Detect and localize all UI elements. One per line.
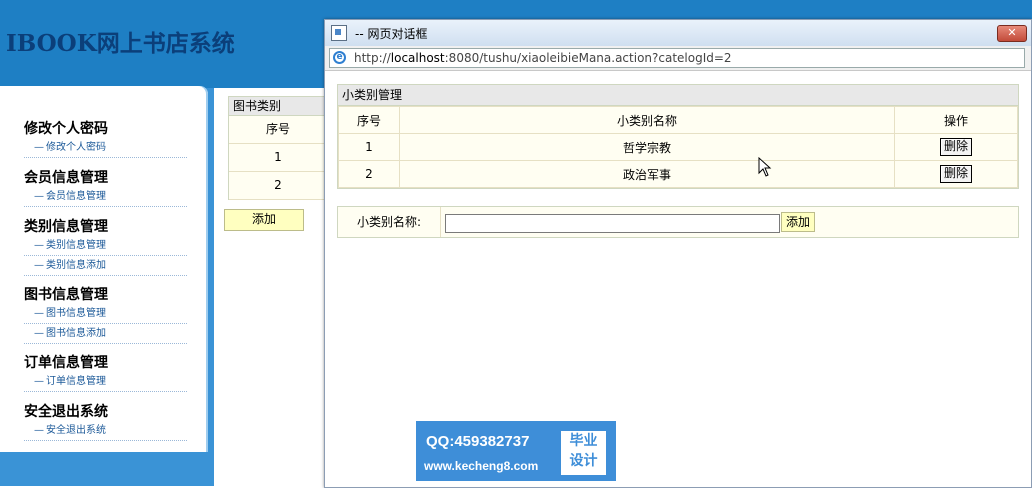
column-header: 操作	[894, 106, 1018, 134]
ie-icon: e	[333, 51, 346, 64]
logo-prefix: IBOOK	[6, 30, 97, 57]
add-subcategory-button[interactable]: 添加	[781, 212, 815, 232]
row-no: 2	[338, 160, 400, 188]
table-row: 2	[229, 172, 327, 200]
subcategory-table: 序号 小类别名称 操作 1 哲学宗教 删除 2 政治军事 删除	[338, 106, 1018, 188]
panel-title: 图书类别	[229, 97, 327, 116]
menu-group-title: 图书信息管理	[24, 287, 108, 303]
close-icon[interactable]: ✕	[997, 25, 1027, 42]
watermark-url: www.kecheng8.com	[424, 459, 539, 473]
menu-item-book-manage[interactable]: — 图书信息管理	[24, 304, 187, 324]
table-row: 1	[229, 144, 327, 172]
table-header-no: 序号	[229, 116, 327, 144]
delete-button[interactable]: 删除	[940, 138, 972, 156]
watermark-badge: 毕业 设计	[561, 431, 606, 475]
app-logo: IBOOK网上书店系统	[6, 24, 235, 58]
book-category-panel: 图书类别 序号 1 2	[228, 96, 328, 200]
table-header-row: 序号 小类别名称 操作	[338, 106, 1018, 134]
url-text: http://localhost:8080/tushu/xiaoleibieMa…	[354, 51, 732, 65]
row-action: 删除	[894, 133, 1018, 161]
menu-group-title: 安全退出系统	[24, 404, 108, 420]
row-action: 删除	[894, 160, 1018, 188]
column-header: 小类别名称	[399, 106, 895, 134]
menu-group-title: 修改个人密码	[24, 121, 108, 137]
address-bar: e http://localhost:8080/tushu/xiaoleibie…	[325, 46, 1031, 71]
table-row: 1 哲学宗教 删除	[338, 133, 1018, 161]
menu-group-title: 会员信息管理	[24, 170, 108, 186]
menu-group-categories: 类别信息管理 — 类别信息管理 — 类别信息添加	[24, 218, 187, 276]
page-icon	[331, 25, 347, 41]
subcategory-name-input[interactable]	[445, 214, 780, 233]
menu-item-logout[interactable]: — 安全退出系统	[24, 421, 187, 441]
column-header: 序号	[338, 106, 400, 134]
table-row: 2 政治军事 删除	[338, 160, 1018, 188]
menu-group-logout: 安全退出系统 — 安全退出系统	[24, 403, 187, 441]
logo-title: 网上书店系统	[96, 30, 235, 57]
watermark-qq: QQ:459382737	[426, 433, 530, 450]
mouse-cursor-icon	[758, 157, 772, 177]
dialog-title: -- 网页对话框	[355, 27, 428, 41]
add-category-button[interactable]: 添加	[224, 209, 304, 231]
menu-item-change-password[interactable]: — 修改个人密码	[24, 138, 187, 158]
web-dialog: -- 网页对话框 ✕ e http://localhost:8080/tushu…	[324, 19, 1032, 488]
menu-item-category-manage[interactable]: — 类别信息管理	[24, 236, 187, 256]
subcategory-panel: 小类别管理 序号 小类别名称 操作 1 哲学宗教 删除 2 政治军事 删除	[337, 84, 1019, 189]
add-subcategory-form: 小类别名称: 添加	[337, 206, 1019, 238]
side-menu: 修改个人密码 — 修改个人密码 会员信息管理 — 会员信息管理 类别信息管理 — 类别…	[0, 86, 208, 452]
row-no: 1	[338, 133, 400, 161]
row-name: 政治军事	[399, 160, 895, 188]
url-field[interactable]: e http://localhost:8080/tushu/xiaoleibie…	[329, 48, 1025, 68]
menu-item-book-add[interactable]: — 图书信息添加	[24, 324, 187, 344]
menu-group-orders: 订单信息管理 — 订单信息管理	[24, 354, 187, 392]
watermark-banner: QQ:459382737 www.kecheng8.com 毕业 设计	[416, 421, 616, 481]
dialog-titlebar[interactable]: -- 网页对话框 ✕	[325, 20, 1031, 46]
menu-item-member-manage[interactable]: — 会员信息管理	[24, 187, 187, 207]
menu-group-title: 类别信息管理	[24, 219, 108, 235]
panel-title: 小类别管理	[338, 85, 1018, 106]
menu-group-password: 修改个人密码 — 修改个人密码	[24, 120, 187, 158]
menu-group-members: 会员信息管理 — 会员信息管理	[24, 169, 187, 207]
menu-item-order-manage[interactable]: — 订单信息管理	[24, 372, 187, 392]
subcategory-name-label: 小类别名称:	[338, 207, 441, 237]
row-name: 哲学宗教	[399, 133, 895, 161]
menu-group-title: 订单信息管理	[24, 355, 108, 371]
menu-item-category-add[interactable]: — 类别信息添加	[24, 256, 187, 276]
menu-group-books: 图书信息管理 — 图书信息管理 — 图书信息添加	[24, 286, 187, 344]
delete-button[interactable]: 删除	[940, 165, 972, 183]
